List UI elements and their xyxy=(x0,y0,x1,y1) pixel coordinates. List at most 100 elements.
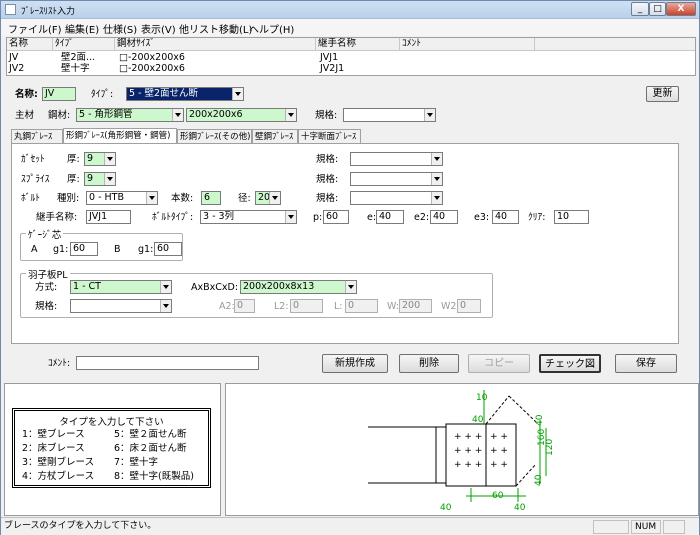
edge-e2-field[interactable]: 40 xyxy=(430,210,458,224)
minimize-button[interactable]: _ xyxy=(631,2,649,16)
chevron-down-icon[interactable] xyxy=(160,281,171,293)
gusset-thickness-select[interactable]: 9 xyxy=(84,152,116,166)
edge-e-label: e: xyxy=(367,212,377,223)
maximize-button[interactable]: □ xyxy=(649,2,666,16)
chevron-down-icon[interactable] xyxy=(431,173,442,185)
col-header-steel-size[interactable]: 鋼材ｻｲｽﾞ xyxy=(115,38,316,51)
cell-type: 壁2面... xyxy=(61,52,96,63)
window-title: ﾌﾞﾚｰｽﾘｽﾄ入力 xyxy=(21,7,76,17)
l2-label: L2: xyxy=(274,301,289,312)
abcd-value: 200x200x8x13 xyxy=(243,281,315,292)
menu-spec[interactable]: 仕様(S) xyxy=(103,21,137,36)
dim-label: 60 xyxy=(492,491,504,501)
w2-field[interactable]: 0 xyxy=(457,299,481,313)
method-select[interactable]: 1 - CT xyxy=(70,280,172,294)
help-item: 2：床ブレース xyxy=(22,443,85,454)
gusset-spec-select[interactable] xyxy=(350,152,443,166)
menu-file[interactable]: ファイル(F) xyxy=(8,21,62,36)
bolt-count-field[interactable]: 6 xyxy=(201,191,221,205)
col-header-name[interactable]: 名称 xyxy=(7,38,53,51)
copy-button[interactable]: コピー xyxy=(468,354,530,373)
l2-field[interactable]: 0 xyxy=(290,299,323,313)
edge-e3-field[interactable]: 40 xyxy=(492,210,519,224)
col-header-type[interactable]: ﾀｲﾌﾟ xyxy=(53,38,115,51)
splice-spec-select[interactable] xyxy=(350,172,443,186)
help-item: 1：壁ブレース xyxy=(22,429,85,440)
chevron-down-icon[interactable] xyxy=(146,192,157,204)
steel-type-select[interactable]: 5 - 角形鋼管 xyxy=(76,108,184,122)
chevron-down-icon[interactable] xyxy=(431,153,442,165)
delete-button[interactable]: 削除 xyxy=(399,354,459,373)
chevron-down-icon[interactable] xyxy=(285,109,296,121)
chevron-down-icon[interactable] xyxy=(104,173,115,185)
type-label: ﾀｲﾌﾟ: xyxy=(91,89,114,100)
chevron-down-icon[interactable] xyxy=(160,300,171,312)
gauge-a-field[interactable]: 60 xyxy=(70,242,98,256)
title-bar[interactable]: ﾌﾞﾚｰｽﾘｽﾄ入力 _ □ X xyxy=(1,1,699,19)
gauge-b-field[interactable]: 60 xyxy=(154,242,182,256)
menu-help[interactable]: ヘルプ(H) xyxy=(249,21,294,36)
help-item: 7：壁十字 xyxy=(114,457,159,468)
steel-size-select[interactable]: 200x200x6 xyxy=(186,108,297,122)
tab-shape-other[interactable]: 形鋼ﾌﾞﾚｰｽ(その他) xyxy=(177,129,252,144)
chevron-down-icon[interactable] xyxy=(424,109,435,121)
col-header-joint[interactable]: 継手名称 xyxy=(316,38,400,51)
close-button[interactable]: X xyxy=(666,2,696,16)
tab-cross-section[interactable]: 十字断面ﾌﾞﾚｰｽ xyxy=(298,129,361,144)
type-select-value: 5 - 壁2面せん断 xyxy=(129,88,199,99)
joint-name-field[interactable]: JVJ1 xyxy=(86,210,131,224)
bolt-spec-select[interactable] xyxy=(350,191,443,205)
chevron-down-icon[interactable] xyxy=(104,153,115,165)
l-field[interactable]: 0 xyxy=(345,299,378,313)
name-field[interactable]: JV xyxy=(42,87,76,101)
dim-label: 40 xyxy=(440,503,452,513)
bolt-spec-label: 規格: xyxy=(316,193,339,204)
chevron-down-icon[interactable] xyxy=(232,88,243,100)
new-button[interactable]: 新規作成 xyxy=(322,354,388,373)
pitch-field[interactable]: 60 xyxy=(323,210,349,224)
chevron-down-icon[interactable] xyxy=(172,109,183,121)
status-message: ブレースのタイプを入力して下さい。 xyxy=(4,521,157,531)
menu-view[interactable]: 表示(V) xyxy=(141,21,176,36)
main-spec-select[interactable] xyxy=(343,108,436,122)
dim-label: 40 xyxy=(534,474,544,486)
bolt-kind-value: 0 - HTB xyxy=(89,192,124,203)
a2-field[interactable]: 0 xyxy=(234,299,255,313)
clearance-field[interactable]: 10 xyxy=(554,210,589,224)
tab-round-bar[interactable]: 丸鋼ﾌﾞﾚｰｽ xyxy=(11,129,63,144)
bolt-label: ﾎﾞﾙﾄ xyxy=(21,193,41,204)
splice-thickness-select[interactable]: 9 xyxy=(84,172,116,186)
bolt-type-select[interactable]: 3 - 3列 xyxy=(200,210,297,224)
gusset-spec-label: 規格: xyxy=(316,154,339,165)
col-header-comment[interactable]: ｺﾒﾝﾄ xyxy=(400,38,535,51)
chevron-down-icon[interactable] xyxy=(269,192,280,204)
tab-wall-steel[interactable]: 壁鋼ﾌﾞﾚｰｽ xyxy=(252,129,298,144)
w-field[interactable]: 200 xyxy=(399,299,432,313)
chevron-down-icon[interactable] xyxy=(285,211,296,223)
bolt-count-label: 本数: xyxy=(171,193,194,204)
hane-plate-group: 羽子板PL 方式: 1 - CT AxBxCxD: 200x200x8x13 規… xyxy=(20,267,493,318)
svg-text:+ + +: + + + xyxy=(454,432,482,442)
hane-spec-select[interactable] xyxy=(70,299,172,313)
bolt-diameter-select[interactable]: 20 xyxy=(255,191,281,205)
check-drawing-button[interactable]: チェック図 xyxy=(539,354,601,373)
save-button[interactable]: 保存 xyxy=(615,354,677,373)
hane-plate-label: 羽子板PL xyxy=(26,267,70,281)
bolt-diameter-label: 径: xyxy=(238,193,251,204)
menu-move-list[interactable]: 他リスト移動(L) xyxy=(179,21,252,36)
menu-edit[interactable]: 編集(E) xyxy=(65,21,99,36)
update-button[interactable]: 更新 xyxy=(646,86,679,102)
splice-thick-label: 厚: xyxy=(67,174,80,185)
steel-size-value: 200x200x6 xyxy=(189,109,243,120)
w-label: W: xyxy=(387,301,400,312)
svg-text:+ +: + + xyxy=(490,460,508,470)
comment-field[interactable] xyxy=(76,356,259,370)
chevron-down-icon[interactable] xyxy=(345,281,356,293)
abcd-select[interactable]: 200x200x8x13 xyxy=(240,280,357,294)
connection-drawing: + + ++ + ++ + + + ++ ++ + 10 40 160 120 … xyxy=(368,390,555,513)
edge-e-field[interactable]: 40 xyxy=(376,210,404,224)
type-select[interactable]: 5 - 壁2面せん断 xyxy=(126,87,244,101)
chevron-down-icon[interactable] xyxy=(431,192,442,204)
bolt-kind-select[interactable]: 0 - HTB xyxy=(86,191,158,205)
brace-list[interactable]: 名称 ﾀｲﾌﾟ 鋼材ｻｲｽﾞ 継手名称 ｺﾒﾝﾄ JV 壁2面... □-200… xyxy=(6,37,696,76)
